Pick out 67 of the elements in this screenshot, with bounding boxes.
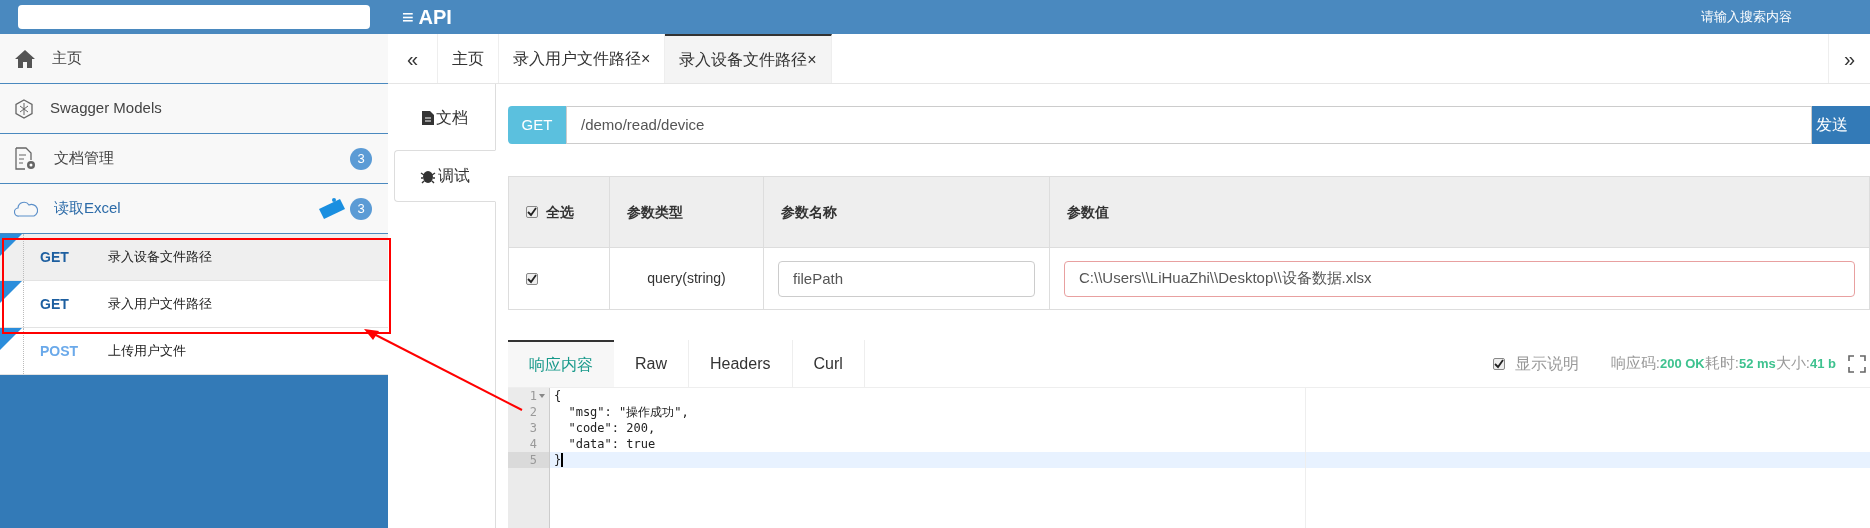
option-label: 显示说明 — [1514, 353, 1579, 374]
code-line: { — [554, 388, 562, 404]
code-line: } — [554, 452, 562, 468]
text-cursor — [561, 453, 564, 467]
side-tab[interactable]: 文档 — [394, 92, 496, 144]
page-tab[interactable]: 录入设备文件路径× — [665, 34, 832, 83]
code-line: "code": 200, — [567, 420, 656, 436]
url-field[interactable]: /demo/read/device — [566, 106, 1812, 144]
check-icon — [527, 207, 537, 217]
home-icon — [14, 48, 36, 69]
response-tab[interactable]: Raw — [614, 340, 689, 387]
api-item[interactable]: GET 录入设备文件路径 — [0, 234, 388, 281]
check-icon — [527, 273, 537, 284]
column-header: 参数值 — [1067, 202, 1109, 222]
code-line: "data": true — [567, 436, 656, 452]
column-header: 参数名称 — [781, 202, 837, 222]
side-tab[interactable]: 调试 — [394, 150, 496, 202]
status-value: 41 b — [1810, 354, 1836, 373]
method-label: POST — [40, 341, 80, 361]
line-number: 1 — [529, 388, 537, 404]
bug-icon — [420, 168, 436, 184]
hexagon-icon — [14, 98, 34, 119]
status-label: 大小: — [1775, 353, 1810, 374]
status-label: 耗时: — [1704, 353, 1739, 374]
checkbox[interactable] — [526, 272, 538, 285]
table-cell-text: query(string) — [647, 269, 726, 288]
sidebar-item[interactable]: Swagger Models — [0, 84, 388, 134]
column-header: 参数类型 — [627, 202, 683, 222]
api-name: 录入设备文件路径 — [108, 248, 212, 267]
api-item[interactable]: GET 录入用户文件路径 — [0, 281, 388, 328]
line-number: 4 — [529, 436, 537, 452]
cloud-icon — [14, 200, 38, 217]
name-field[interactable]: filePath — [778, 260, 1035, 297]
search-hint: 请输入搜索内容 — [1701, 8, 1792, 27]
line-number: 2 — [529, 404, 537, 420]
sidebar-item[interactable]: 文档管理 3 — [0, 134, 388, 184]
response-tab[interactable]: Headers — [689, 340, 793, 387]
code-line: "msg": "操作成功", — [567, 404, 689, 420]
response-tab[interactable]: Curl — [792, 340, 865, 387]
document-icon — [422, 111, 434, 125]
search-field[interactable] — [18, 5, 370, 29]
method-badge: GET — [508, 106, 566, 144]
api-item[interactable]: POST 上传用户文件 — [0, 328, 388, 375]
sidebar-item[interactable]: 读取Excel 3 — [0, 184, 388, 234]
checkbox[interactable] — [526, 206, 538, 218]
line-number: 5 — [529, 452, 537, 468]
status-value: 200 OK — [1659, 354, 1705, 373]
value-field[interactable]: C:\\Users\\LiHuaZhi\\Desktop\\设备数据.xlsx — [1064, 260, 1855, 297]
app-title: ≡ API — [402, 5, 452, 30]
api-name: 录入用户文件路径 — [108, 295, 212, 314]
checkbox[interactable] — [1492, 357, 1505, 370]
next-tab-button[interactable]: » — [1828, 34, 1870, 83]
status-label: 响应码: — [1610, 353, 1660, 374]
fullscreen-icon — [1848, 354, 1866, 373]
send-button[interactable]: 发送 — [1812, 106, 1870, 144]
fold-arrow-icon — [539, 394, 545, 398]
api-name: 上传用户文件 — [108, 342, 186, 361]
check-icon — [1493, 358, 1504, 369]
line-number: 3 — [529, 420, 537, 436]
method-label: GET — [40, 247, 70, 267]
count-badge: 3 — [350, 147, 372, 170]
document-gear-icon — [14, 146, 38, 171]
column-header: 全选 — [546, 202, 574, 222]
count-badge: 3 — [350, 197, 372, 220]
sidebar-item[interactable]: 主页 — [0, 34, 388, 84]
status-value: 52 ms — [1738, 354, 1776, 373]
method-label: GET — [40, 294, 70, 314]
